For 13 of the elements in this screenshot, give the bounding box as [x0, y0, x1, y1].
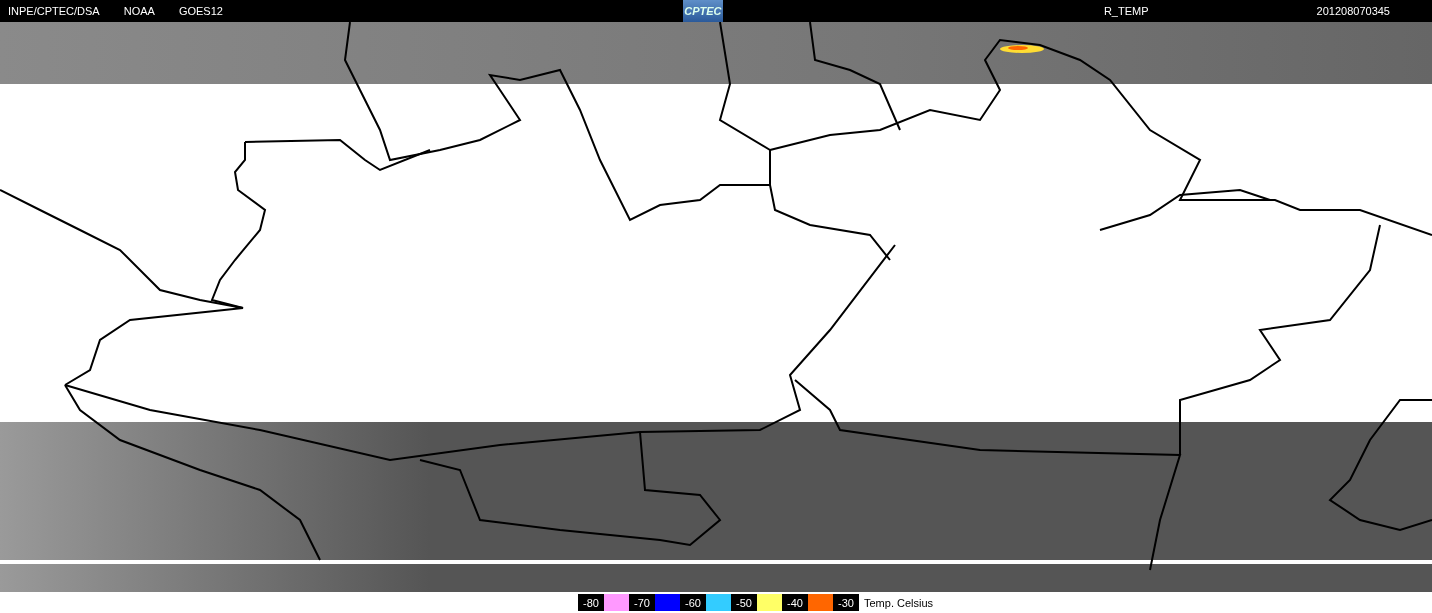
logo: CPTEC — [682, 0, 723, 22]
satellite-label: GOES12 — [178, 5, 223, 17]
legend-label: -70 — [629, 594, 655, 611]
product-label: R_TEMP — [1103, 5, 1149, 17]
source-label: INPE/CPTEC/DSA — [8, 5, 100, 17]
legend-label: -30 — [833, 594, 859, 611]
legend-label: -80 — [578, 594, 604, 611]
legend-label: -60 — [680, 594, 706, 611]
legend-title: Temp. Celsius — [864, 596, 934, 609]
timestamp: 201208070345 — [1316, 5, 1390, 17]
agency-label: NOAA — [123, 5, 155, 17]
legend-label: -50 — [731, 594, 757, 611]
legend-label: -40 — [782, 594, 808, 611]
